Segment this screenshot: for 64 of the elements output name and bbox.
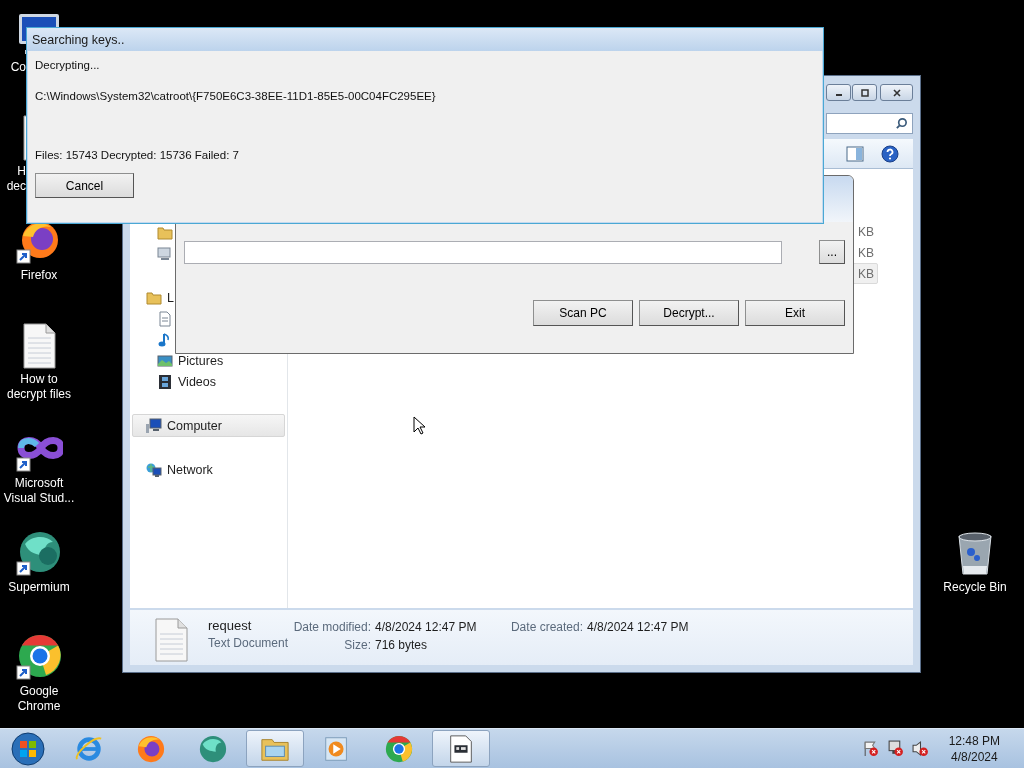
- summary-text: Files: 15743 Decrypted: 15736 Failed: 7: [35, 148, 239, 162]
- browse-button[interactable]: ...: [819, 240, 845, 264]
- nav-item-label[interactable]: Videos: [178, 374, 216, 389]
- window-title: Searching keys..: [32, 32, 125, 47]
- speaker-icon[interactable]: [911, 740, 929, 757]
- file-path: C:\Windows\System32\catroot\{F750E6C3-38EE-11D1-85E5-00C04FC295EE}: [35, 89, 436, 103]
- file-name: request: [208, 618, 253, 633]
- desktop-icon-label[interactable]: Microsoft Visual Stud...: [0, 476, 78, 506]
- network-icon: [146, 461, 162, 478]
- taskbar-button[interactable]: [432, 730, 490, 767]
- help-icon[interactable]: [881, 144, 899, 163]
- document-icon: [157, 310, 173, 327]
- property-label: Date modified:: [292, 620, 371, 634]
- desktop-icon-label[interactable]: Recycle Bin: [936, 580, 1014, 595]
- browser-shortcut-icon: [15, 634, 63, 682]
- file-size: KB: [858, 224, 874, 239]
- maximize-button[interactable]: [852, 84, 877, 101]
- cursor-icon: [413, 416, 425, 435]
- property-value: 716 bytes: [375, 638, 428, 652]
- browser-icon: [384, 733, 414, 764]
- property-label: Date created:: [509, 620, 583, 634]
- property-value: 4/8/2024 12:47 PM: [587, 620, 689, 634]
- nav-item-label[interactable]: Network: [167, 462, 213, 477]
- sphere-icon: [198, 733, 228, 764]
- file-row[interactable]: KB: [852, 221, 878, 242]
- maximize-icon: [859, 88, 870, 97]
- dialog-button[interactable]: Scan PC: [533, 300, 633, 326]
- desktop-icon-label[interactable]: H dec: [0, 164, 26, 194]
- desktop-icon-label[interactable]: Co: [0, 60, 26, 75]
- desktop-icon-label[interactable]: Google Chrome: [0, 684, 78, 714]
- minimize-button[interactable]: [826, 84, 851, 101]
- dialog-button[interactable]: Decrypt...: [639, 300, 739, 326]
- cancel-button[interactable]: Cancel: [35, 173, 134, 198]
- sphere-shortcut-icon: [15, 530, 63, 578]
- path-field[interactable]: [184, 240, 782, 264]
- close-icon: [891, 88, 902, 97]
- computer-icon: [157, 245, 173, 262]
- desktop-icon-label[interactable]: Supermium: [0, 580, 78, 595]
- clock-date[interactable]: 4/8/2024: [950, 748, 998, 765]
- search-icon: [895, 117, 908, 130]
- file-size: KB: [858, 245, 874, 260]
- file-row[interactable]: KB: [852, 242, 878, 263]
- search-field[interactable]: [826, 113, 913, 134]
- network-icon[interactable]: [886, 740, 904, 757]
- folder-icon: [157, 224, 173, 241]
- picture-icon: [157, 352, 173, 369]
- text-file-icon: [154, 618, 188, 662]
- file-row[interactable]: KB: [852, 263, 878, 284]
- nav-item-label[interactable]: L: [167, 290, 174, 305]
- property-label: Size:: [343, 638, 371, 652]
- clock-time[interactable]: 12:48 PM: [948, 732, 1000, 749]
- film-icon: [157, 373, 173, 390]
- desktop-icon-label[interactable]: How to decrypt files: [0, 372, 78, 402]
- file-size: KB: [858, 266, 874, 281]
- computer-icon: [146, 417, 162, 434]
- desktop-icon-label[interactable]: Firefox: [0, 268, 78, 283]
- folder-icon: [146, 289, 162, 306]
- browser-icon: [136, 733, 166, 764]
- dialog-button[interactable]: Exit: [745, 300, 845, 326]
- close-button[interactable]: [880, 84, 913, 101]
- nav-item-label[interactable]: Pictures: [178, 353, 224, 368]
- status-text: Decrypting...: [35, 58, 100, 72]
- file-type: Text Document: [208, 636, 290, 650]
- property-value: 4/8/2024 12:47 PM: [375, 620, 477, 634]
